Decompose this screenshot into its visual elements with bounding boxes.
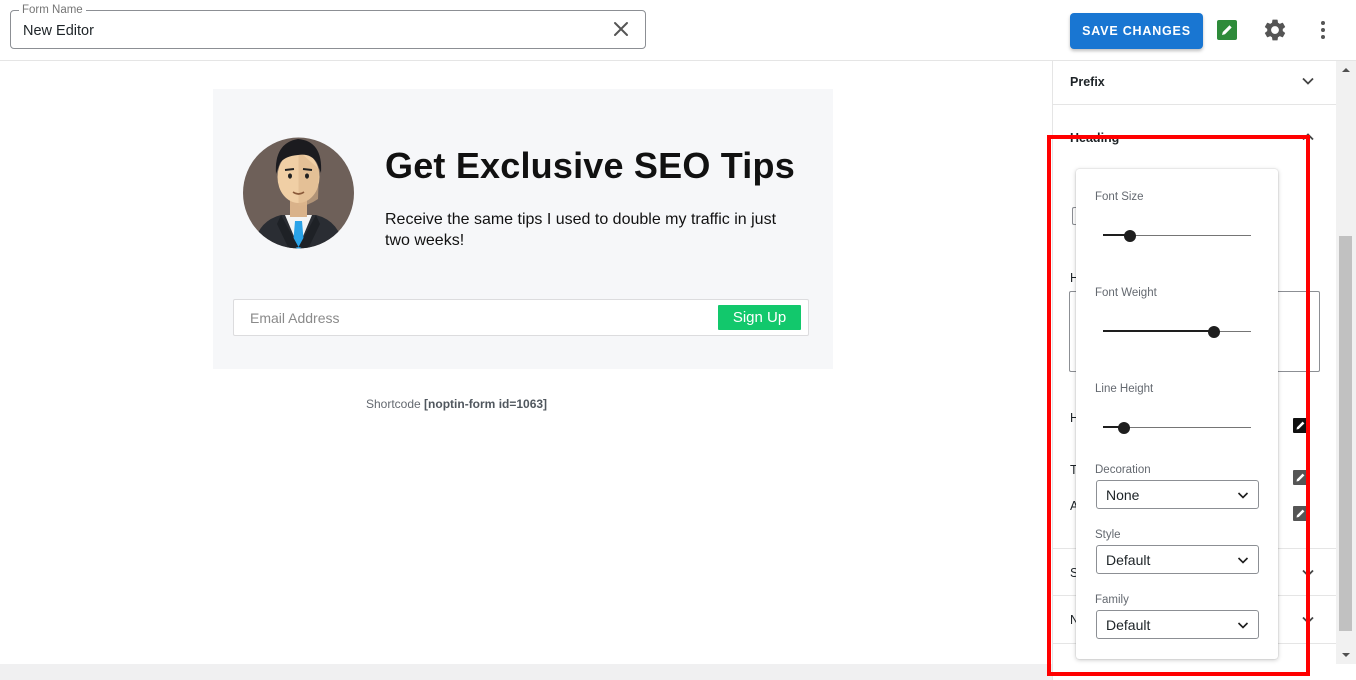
decoration-label: Decoration [1095, 464, 1151, 476]
top-bar: Form Name New Editor SAVE CHANGES [0, 0, 1356, 61]
close-icon[interactable] [611, 19, 631, 39]
shortcode-value: [noptin-form id=1063] [424, 397, 548, 411]
font-size-slider[interactable] [1103, 230, 1251, 242]
section-prefix[interactable]: Prefix [1053, 61, 1337, 105]
chevron-down-icon[interactable] [1301, 566, 1315, 580]
more-options-icon[interactable] [1313, 18, 1333, 42]
chevron-down-icon[interactable] [1301, 74, 1315, 88]
font-weight-slider[interactable] [1103, 326, 1251, 338]
section-heading-label: Heading [1070, 131, 1120, 145]
font-weight-label: Font Weight [1095, 287, 1157, 299]
slider-thumb[interactable] [1117, 422, 1130, 434]
shortcode-label: Shortcode [366, 397, 421, 411]
form-heading[interactable]: Get Exclusive SEO Tips [385, 145, 795, 187]
sign-up-button[interactable]: Sign Up [718, 305, 801, 330]
style-value: Default [1106, 552, 1151, 568]
decoration-value: None [1106, 487, 1140, 503]
decoration-select[interactable]: None [1096, 480, 1259, 509]
gear-icon[interactable] [1262, 17, 1288, 43]
line-height-label: Line Height [1095, 383, 1154, 395]
family-value: Default [1106, 617, 1151, 633]
edit-color-icon[interactable] [1293, 470, 1308, 485]
edit-color-icon[interactable] [1293, 418, 1308, 433]
section-prefix-label: Prefix [1070, 75, 1105, 89]
chevron-up-icon[interactable] [1301, 130, 1315, 144]
form-preview[interactable]: Get Exclusive SEO Tips Receive the same … [213, 89, 833, 369]
scroll-up-arrow-icon[interactable] [1341, 65, 1351, 75]
chevron-down-icon [1237, 492, 1249, 499]
chevron-down-icon [1237, 557, 1249, 564]
form-name-label: Form Name [19, 4, 86, 17]
slider-thumb[interactable] [1208, 326, 1220, 338]
scroll-down-arrow-icon[interactable] [1341, 650, 1351, 660]
sidebar-scrollbar[interactable] [1336, 61, 1356, 664]
line-height-slider[interactable] [1103, 422, 1251, 434]
save-changes-button[interactable]: SAVE CHANGES [1070, 13, 1203, 49]
family-label: Family [1095, 594, 1129, 606]
edit-icon[interactable] [1217, 20, 1237, 40]
family-select[interactable]: Default [1096, 610, 1259, 639]
email-input[interactable]: Email Address Sign Up [233, 299, 809, 336]
shortcode-text: Shortcode [noptin-form id=1063] [366, 397, 547, 411]
scrollbar-thumb[interactable] [1339, 236, 1352, 631]
chevron-down-icon [1237, 622, 1249, 629]
slider-thumb[interactable] [1123, 230, 1136, 242]
avatar-image [243, 137, 354, 249]
bottom-strip [0, 664, 1052, 680]
form-name-field[interactable]: Form Name New Editor [10, 4, 646, 49]
email-placeholder: Email Address [250, 310, 340, 326]
style-label: Style [1095, 529, 1121, 541]
typography-popover: Font Size Font Weight Line Height Decora… [1076, 169, 1278, 659]
form-description[interactable]: Receive the same tips I used to double m… [385, 209, 805, 251]
edit-color-icon[interactable] [1293, 506, 1308, 521]
chevron-down-icon[interactable] [1301, 613, 1315, 627]
form-name-value[interactable]: New Editor [23, 23, 94, 39]
font-size-label: Font Size [1095, 191, 1144, 203]
style-select[interactable]: Default [1096, 545, 1259, 574]
